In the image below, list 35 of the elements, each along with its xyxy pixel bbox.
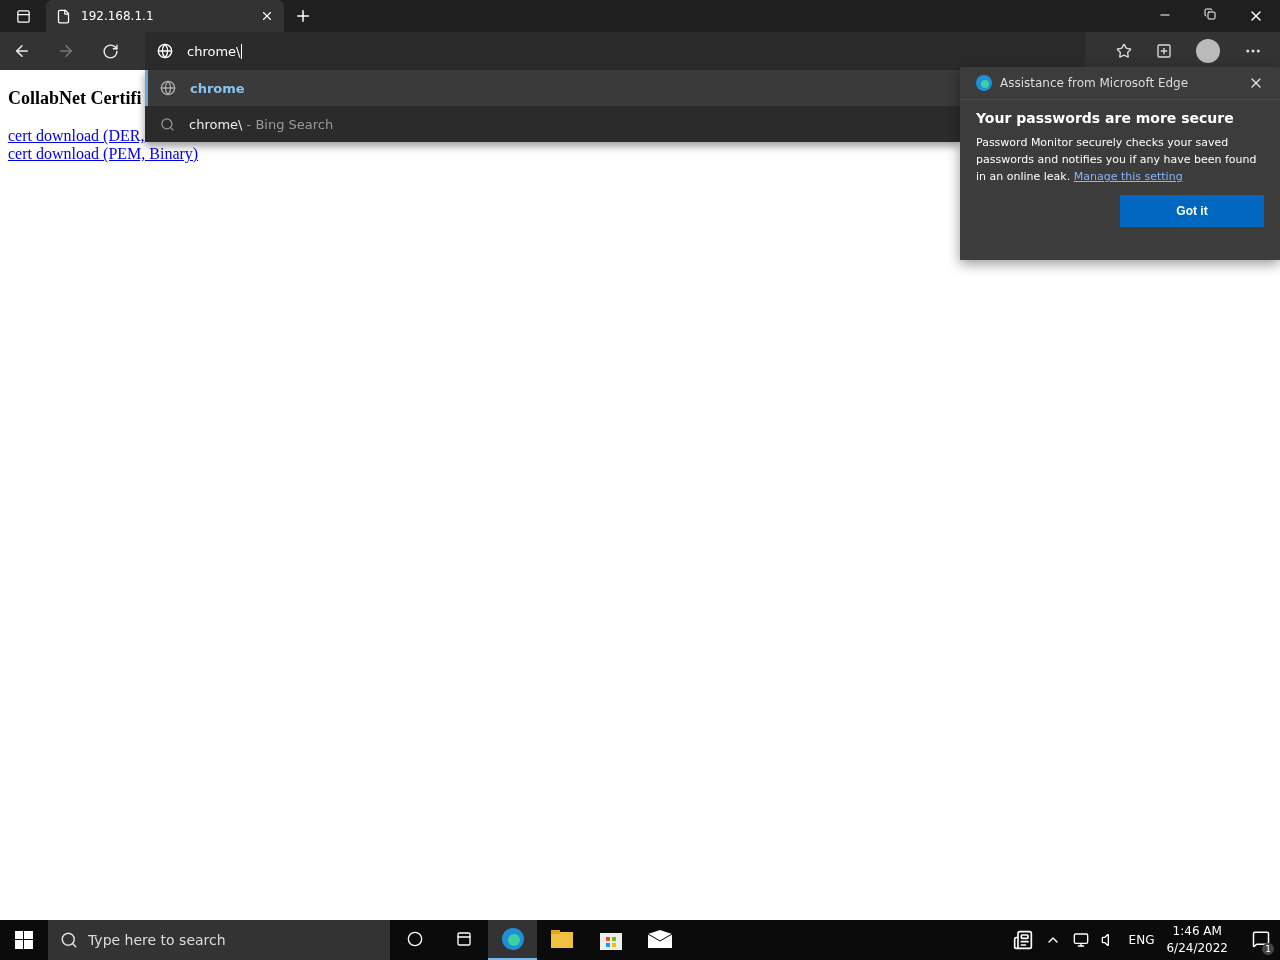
download-link[interactable]: cert download (DER, bbox=[8, 127, 145, 145]
network-icon[interactable] bbox=[1072, 932, 1089, 948]
search-icon bbox=[160, 116, 175, 132]
swirl-icon bbox=[976, 75, 992, 91]
popup-title: Your passwords are more secure bbox=[975, 109, 1235, 128]
page-icon bbox=[56, 8, 71, 24]
suggestion-item[interactable]: chrome\ - Bing Search bbox=[145, 106, 960, 142]
language-indicator[interactable]: ENG bbox=[1128, 933, 1155, 947]
download-link[interactable]: cert download (PEM, Binary) bbox=[8, 145, 199, 163]
search-icon bbox=[60, 931, 78, 949]
address-text: chrome\ bbox=[187, 43, 241, 59]
taskbar-search-field[interactable]: Type here to search bbox=[48, 920, 390, 960]
browser-tab[interactable]: 192.168.1.1 bbox=[46, 0, 284, 32]
swirl-icon bbox=[500, 927, 525, 951]
profile-avatar[interactable] bbox=[1196, 39, 1220, 63]
popup-text: Password Monitor securely checks your saved passwords and notifies you if any have been found in an online leak. Manage this setting bbox=[975, 135, 1258, 185]
got-it-button[interactable]: Got it bbox=[1120, 195, 1264, 227]
tab-title: 192.168.1.1 bbox=[81, 9, 155, 23]
clock[interactable]: 1:46 AM 6/24/2022 bbox=[1166, 923, 1228, 957]
page-heading: CollabNet Certifi bbox=[8, 88, 142, 109]
taskbar-app[interactable] bbox=[488, 920, 537, 960]
envelope-icon bbox=[647, 930, 672, 948]
address-field[interactable]: chrome\ bbox=[145, 32, 1085, 70]
restore-icon[interactable] bbox=[1204, 8, 1216, 20]
suggestion-item[interactable]: chrome bbox=[145, 70, 960, 106]
folder-icon bbox=[550, 930, 573, 948]
news-icon[interactable] bbox=[1012, 930, 1033, 950]
settings-link[interactable]: Manage this setting bbox=[1073, 170, 1183, 183]
new-tab-icon[interactable] bbox=[294, 7, 312, 25]
collections-icon[interactable] bbox=[1156, 43, 1172, 59]
globe-icon bbox=[160, 80, 176, 96]
popup-source: Assistance from Microsoft Edge bbox=[1000, 76, 1190, 90]
globe-icon bbox=[157, 43, 173, 59]
favorites-icon[interactable] bbox=[1116, 43, 1132, 59]
close-icon[interactable] bbox=[260, 9, 274, 23]
